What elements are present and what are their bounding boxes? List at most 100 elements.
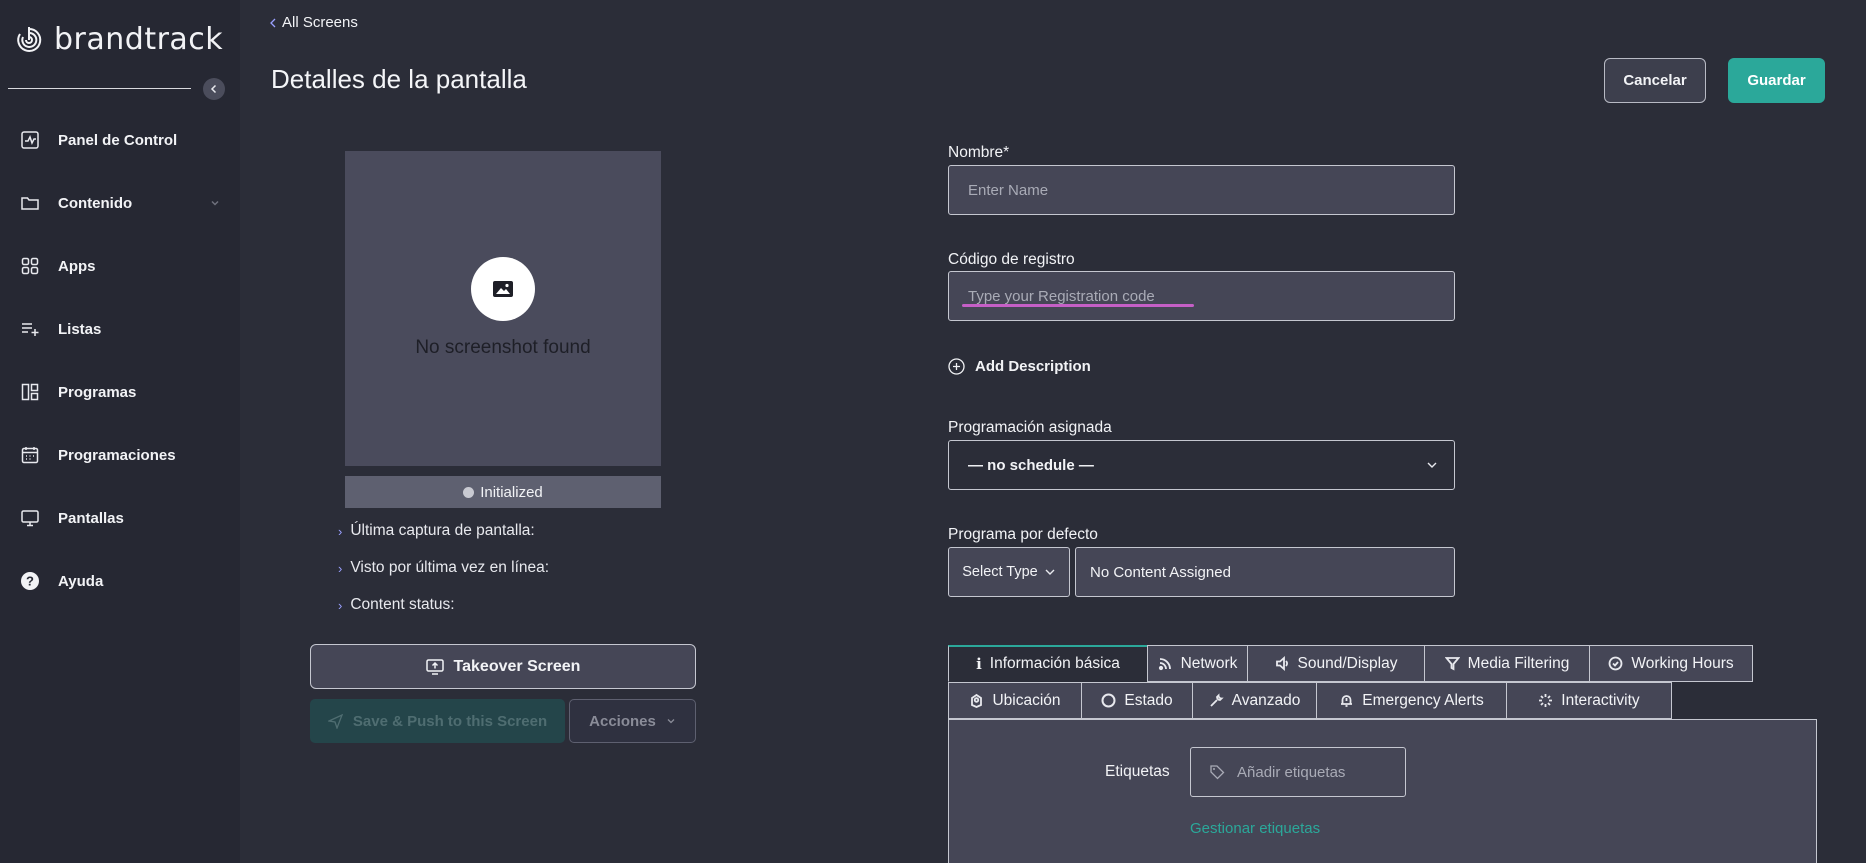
tab-label: Emergency Alerts: [1362, 691, 1484, 709]
monitor-icon: [21, 510, 39, 527]
tab-label: Sound/Display: [1297, 654, 1398, 672]
tab-network[interactable]: Network: [1147, 645, 1248, 682]
image-placeholder-icon: [471, 257, 535, 321]
tags-input[interactable]: Añadir etiquetas: [1190, 747, 1406, 797]
clock-check-icon: [1608, 656, 1623, 671]
brand-name: brandtrack: [54, 22, 224, 57]
tags-placeholder: Añadir etiquetas: [1237, 763, 1346, 781]
cancel-button[interactable]: Cancelar: [1604, 58, 1706, 103]
sidebar: brandtrack Panel de Control Contenido Ap…: [0, 0, 240, 863]
help-icon: ?: [21, 572, 39, 590]
sidebar-item-label: Ayuda: [58, 572, 104, 590]
info-last-seen[interactable]: › Visto por última vez en línea:: [338, 559, 549, 577]
sidebar-item-apps[interactable]: Apps: [20, 253, 220, 279]
info-label: Visto por última vez en línea:: [350, 559, 550, 576]
schedule-value: — no schedule —: [968, 456, 1094, 474]
spellcheck-underline: [962, 304, 1194, 307]
default-content-value: No Content Assigned: [1090, 563, 1231, 581]
content-type-value: Select Type: [962, 564, 1038, 580]
chevron-down-icon: [211, 200, 219, 206]
no-screenshot-text: No screenshot found: [415, 337, 591, 358]
apps-grid-icon: [21, 257, 39, 275]
sidebar-item-pantallas[interactable]: Pantallas: [20, 505, 220, 531]
tag-icon: [1210, 765, 1225, 780]
content-type-select[interactable]: Select Type: [948, 547, 1070, 597]
registration-code-label: Código de registro: [948, 251, 1075, 268]
tab-working-hours[interactable]: Working Hours: [1589, 645, 1753, 682]
back-to-all-screens-link[interactable]: All Screens: [270, 14, 358, 31]
screenshot-preview: No screenshot found: [345, 151, 661, 466]
tab-label: Ubicación: [992, 691, 1061, 709]
actions-label: Acciones: [589, 712, 656, 730]
playlist-add-icon: [22, 323, 39, 336]
sidebar-item-panel-de-control[interactable]: Panel de Control: [20, 127, 220, 153]
tab-estado[interactable]: Estado: [1081, 682, 1193, 719]
tab-interactivity[interactable]: Interactivity: [1506, 682, 1672, 719]
chevron-right-icon: ›: [338, 560, 343, 576]
tab-label: Información básica: [989, 655, 1120, 672]
alert-bell-icon: [1341, 695, 1353, 707]
default-content-field[interactable]: No Content Assigned: [1075, 547, 1455, 597]
sidebar-item-listas[interactable]: Listas: [20, 316, 220, 342]
rss-icon: [1158, 658, 1171, 671]
tab-avanzado[interactable]: Avanzado: [1192, 682, 1317, 719]
calendar-icon: [21, 447, 39, 464]
tab-label: Avanzado: [1231, 691, 1301, 709]
circle-icon: [1101, 693, 1116, 708]
tab-media-filtering[interactable]: Media Filtering: [1424, 645, 1590, 682]
tab-emergency-alerts[interactable]: Emergency Alerts: [1316, 682, 1507, 719]
default-program-label: Programa por defecto: [948, 526, 1098, 543]
tab-label: Network: [1180, 654, 1238, 672]
chevron-left-icon: [210, 84, 217, 94]
tab-label: Media Filtering: [1467, 654, 1570, 672]
chevron-right-icon: ›: [338, 523, 343, 539]
manage-tags-link[interactable]: Gestionar etiquetas: [1190, 820, 1320, 837]
save-and-push-button[interactable]: Save & Push to this Screen: [310, 699, 565, 743]
info-last-screenshot[interactable]: › Última captura de pantalla:: [338, 522, 535, 540]
page-title: Detalles de la pantalla: [271, 64, 527, 94]
wrench-icon: [1210, 693, 1224, 707]
sidebar-item-label: Listas: [58, 320, 102, 338]
chevron-left-icon: [270, 18, 276, 27]
sidebar-item-programas[interactable]: Programas: [20, 379, 220, 405]
info-label: Content status:: [350, 596, 455, 613]
name-placeholder: Enter Name: [968, 181, 1049, 199]
send-icon: [327, 713, 343, 729]
sparkle-icon: [1539, 694, 1553, 707]
sidebar-item-programaciones[interactable]: Programaciones: [20, 442, 220, 468]
dashboard-icon: [21, 131, 39, 149]
svg-text:?: ?: [26, 574, 34, 589]
sidebar-item-ayuda[interactable]: ? Ayuda: [20, 568, 220, 594]
registration-code-input[interactable]: Type your Registration code: [948, 271, 1455, 321]
tab-label: Working Hours: [1631, 654, 1734, 672]
brandtrack-logo-icon: [17, 26, 42, 52]
info-content-status[interactable]: › Content status:: [338, 596, 455, 614]
schedule-label: Programación asignada: [948, 419, 1112, 436]
takeover-screen-button[interactable]: Takeover Screen: [310, 644, 696, 689]
collapse-sidebar-button[interactable]: [203, 78, 225, 100]
speaker-icon: [1275, 656, 1288, 671]
name-label: Nombre*: [948, 144, 1010, 161]
tab-label: Estado: [1124, 691, 1173, 709]
schedule-select[interactable]: — no schedule —: [948, 440, 1455, 490]
name-input[interactable]: Enter Name: [948, 165, 1455, 215]
chevron-right-icon: ›: [338, 597, 343, 613]
sidebar-item-label: Panel de Control: [58, 131, 178, 149]
tab-label: Interactivity: [1561, 691, 1640, 709]
tab-informacion-basica[interactable]: i Información básica: [948, 645, 1148, 682]
chevron-down-icon: [1427, 462, 1437, 468]
plus-circle-icon: [948, 358, 965, 375]
tab-ubicacion[interactable]: Ubicación: [948, 682, 1082, 719]
brand-logo[interactable]: brandtrack: [14, 22, 223, 57]
sidebar-item-label: Contenido: [58, 194, 133, 212]
actions-dropdown[interactable]: Acciones: [569, 699, 696, 743]
location-icon: [971, 693, 983, 708]
add-description-button[interactable]: Add Description: [948, 358, 1091, 375]
sidebar-item-label: Pantallas: [58, 509, 124, 527]
sidebar-item-contenido[interactable]: Contenido: [20, 190, 220, 216]
tab-sound-display[interactable]: Sound/Display: [1247, 645, 1425, 682]
push-label: Save & Push to this Screen: [352, 712, 548, 730]
folder-icon: [21, 197, 39, 210]
back-link-label: All Screens: [282, 14, 358, 31]
save-button[interactable]: Guardar: [1728, 58, 1825, 103]
